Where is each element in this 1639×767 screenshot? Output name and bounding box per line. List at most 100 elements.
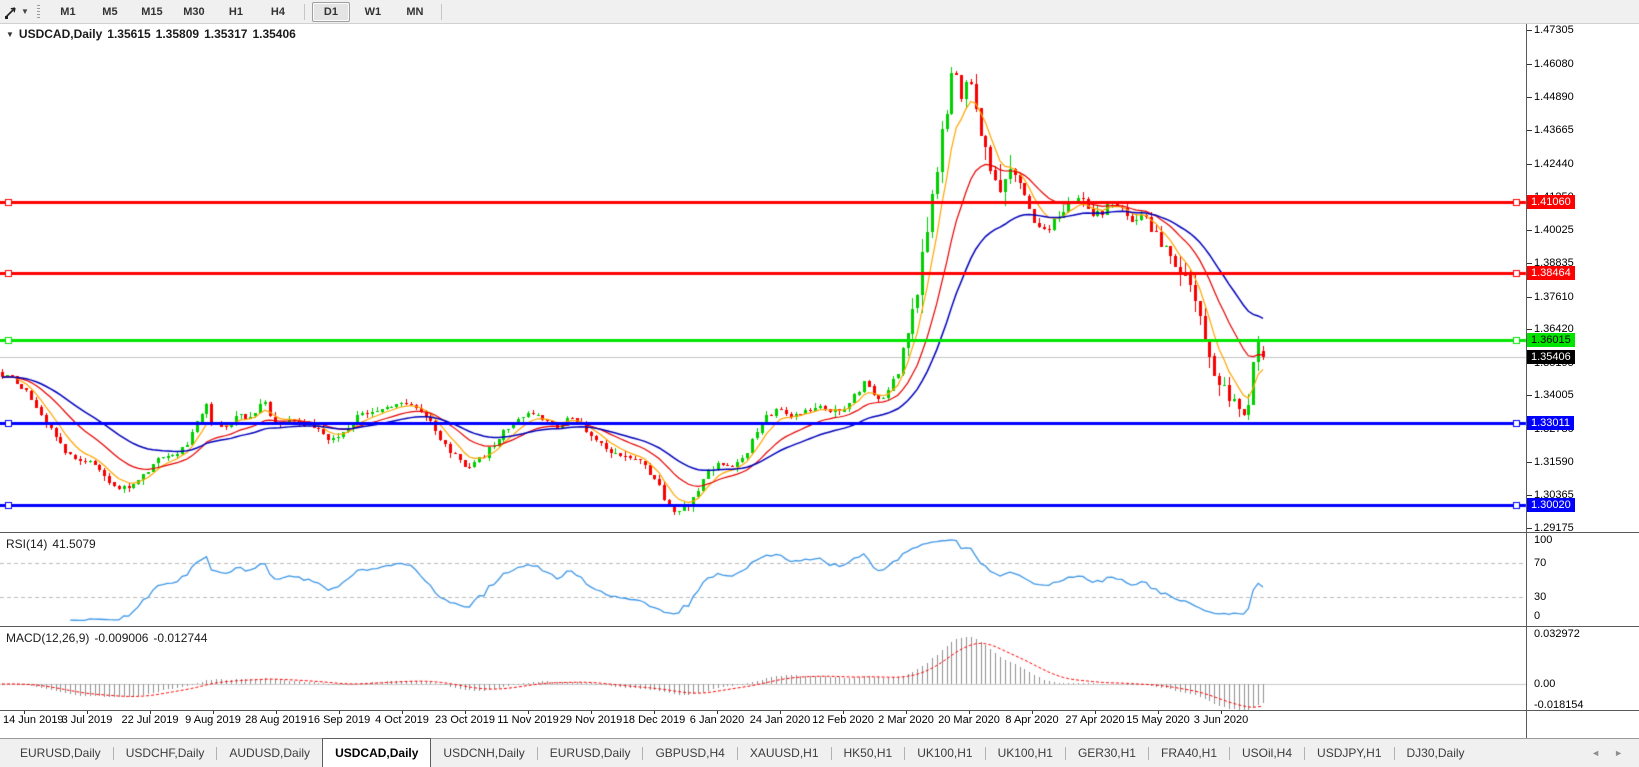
hline-price-label: 1.41060: [1527, 195, 1575, 209]
chart-cursor-icon: [4, 4, 19, 19]
date-axis-label: 14 Jun 2019: [3, 714, 64, 726]
price-axis-tick-mark: [1527, 297, 1532, 298]
chevron-down-icon: ▼: [21, 7, 29, 16]
rsi-axis-label: 100: [1534, 534, 1552, 546]
date-axis-label: 15 May 2020: [1126, 714, 1190, 726]
price-axis-tick: 1.37610: [1534, 291, 1574, 303]
tab-uk100-h1[interactable]: UK100,H1: [905, 739, 984, 767]
date-axis-label: 4 Oct 2019: [375, 714, 429, 726]
price-axis-tick: 1.44890: [1534, 91, 1574, 103]
macd-label: MACD(12,26,9)-0.009006-0.012744: [6, 631, 212, 645]
tab-xauusd-h1[interactable]: XAUUSD,H1: [738, 739, 831, 767]
chart-cursor-tool-button[interactable]: ▼: [2, 2, 31, 22]
timeframe-m15[interactable]: M15: [133, 2, 171, 22]
date-axis-label: 12 Feb 2020: [812, 714, 874, 726]
rsi-name: RSI(14): [6, 537, 47, 551]
pane-separator[interactable]: [0, 532, 1639, 533]
date-axis-label: 22 Jul 2019: [122, 714, 179, 726]
price-axis-tick-mark: [1527, 64, 1532, 65]
ohlc-close: 1.35406: [252, 27, 295, 41]
toolbar-separator: [304, 4, 305, 20]
price-axis-tick: 1.40025: [1534, 224, 1574, 236]
hline-price-label: 1.33011: [1527, 416, 1574, 430]
rsi-axis-label: 0: [1534, 610, 1540, 622]
rsi-axis-label: 30: [1534, 591, 1546, 603]
date-axis-label: 29 Nov 2019: [560, 714, 622, 726]
macd-value: -0.009006: [94, 631, 148, 645]
tab-usdchf-daily[interactable]: USDCHF,Daily: [114, 739, 217, 767]
tab-gbpusd-h4[interactable]: GBPUSD,H4: [643, 739, 736, 767]
date-axis-label: 20 Mar 2020: [938, 714, 1000, 726]
tab-uk100-h1[interactable]: UK100,H1: [986, 739, 1065, 767]
tab-scroll-arrows: ◄ ►: [1591, 739, 1623, 767]
axis-border: [1526, 23, 1527, 738]
tab-usoil-h4[interactable]: USOil,H4: [1230, 739, 1304, 767]
timeframe-h1[interactable]: H1: [217, 2, 255, 22]
rsi-axis-label: 70: [1534, 557, 1546, 569]
timeframe-group-intraday: M1M5M15M30H1H4: [47, 2, 299, 22]
date-axis-label: 3 Jul 2019: [62, 714, 113, 726]
price-axis-tick: 1.46080: [1534, 58, 1574, 70]
tab-audusd-daily[interactable]: AUDUSD,Daily: [217, 739, 322, 767]
tab-usdcad-daily[interactable]: USDCAD,Daily: [322, 738, 431, 767]
hline-price-label: 1.36015: [1527, 333, 1575, 347]
macd-axis-label: 0.00: [1534, 678, 1555, 690]
price-axis-tick-mark: [1527, 230, 1532, 231]
tab-scroll-right-icon[interactable]: ►: [1614, 749, 1623, 758]
price-axis-tick-mark: [1527, 329, 1532, 330]
rsi-value: 41.5079: [52, 537, 95, 551]
tab-fra40-h1[interactable]: FRA40,H1: [1149, 739, 1229, 767]
tab-ger30-h1[interactable]: GER30,H1: [1066, 739, 1148, 767]
timeframe-m30[interactable]: M30: [175, 2, 213, 22]
bid-price-label: 1.35406: [1527, 350, 1575, 364]
rsi-label: RSI(14) 41.5079: [6, 537, 101, 551]
date-axis-label: 18 Dec 2019: [623, 714, 685, 726]
tab-usdjpy-h1[interactable]: USDJPY,H1: [1305, 739, 1393, 767]
title-collapse-icon[interactable]: ▼: [6, 30, 14, 39]
tab-dj30-daily[interactable]: DJ30,Daily: [1395, 739, 1477, 767]
price-axis-tick-mark: [1527, 97, 1532, 98]
price-axis-tick: 1.31590: [1534, 456, 1574, 468]
price-axis-tick-mark: [1527, 263, 1532, 264]
tab-hk50-h1[interactable]: HK50,H1: [832, 739, 905, 767]
tab-scroll-left-icon[interactable]: ◄: [1591, 749, 1600, 758]
rsi-pane-canvas[interactable]: [0, 534, 1527, 626]
toolbar-separator: [441, 4, 442, 20]
price-axis-tick-mark: [1527, 528, 1532, 529]
date-axis-label: 8 Apr 2020: [1005, 714, 1058, 726]
chart-title: ▼USDCAD,Daily1.356151.358091.353171.3540…: [6, 27, 301, 41]
date-axis-label: 27 Apr 2020: [1065, 714, 1124, 726]
tab-usdcnh-daily[interactable]: USDCNH,Daily: [431, 739, 536, 767]
toolbar-grip[interactable]: [37, 5, 40, 19]
price-axis-tick-mark: [1527, 130, 1532, 131]
price-axis-tick: 1.47305: [1534, 24, 1574, 36]
timeframe-m1[interactable]: M1: [49, 2, 87, 22]
hline-price-label: 1.38464: [1527, 266, 1575, 280]
tabbar-left-pad: [0, 739, 8, 767]
timeframe-m5[interactable]: M5: [91, 2, 129, 22]
timeframe-mn[interactable]: MN: [396, 2, 434, 22]
tabs-wrap: EURUSD,DailyUSDCHF,DailyAUDUSD,DailyUSDC…: [8, 739, 1477, 767]
ohlc-open: 1.35615: [107, 27, 150, 41]
price-axis-tick-mark: [1527, 30, 1532, 31]
price-pane-canvas[interactable]: [0, 24, 1527, 532]
chart-frame-bottom: [0, 710, 1639, 711]
tab-eurusd-daily[interactable]: EURUSD,Daily: [538, 739, 643, 767]
price-axis-tick-mark: [1527, 462, 1532, 463]
date-axis-label: 6 Jan 2020: [690, 714, 744, 726]
timeframe-h4[interactable]: H4: [259, 2, 297, 22]
date-axis-label: 2 Mar 2020: [878, 714, 934, 726]
pane-separator[interactable]: [0, 626, 1639, 627]
timeframe-toolbar: ▼ M1M5M15M30H1H4 D1W1MN: [0, 0, 1639, 24]
tab-eurusd-daily[interactable]: EURUSD,Daily: [8, 739, 113, 767]
date-axis-label: 3 Jun 2020: [1194, 714, 1248, 726]
macd-pane-canvas[interactable]: [0, 627, 1527, 710]
price-axis-tick: 1.34005: [1534, 389, 1574, 401]
timeframe-d1[interactable]: D1: [312, 2, 350, 22]
timeframe-group-higher: D1W1MN: [310, 2, 436, 22]
symbol-tab-bar: EURUSD,DailyUSDCHF,DailyAUDUSD,DailyUSDC…: [0, 738, 1639, 767]
date-axis-label: 11 Nov 2019: [497, 714, 559, 726]
date-axis-label: 9 Aug 2019: [185, 714, 241, 726]
timeframe-w1[interactable]: W1: [354, 2, 392, 22]
price-axis-tick: 1.43665: [1534, 124, 1574, 136]
